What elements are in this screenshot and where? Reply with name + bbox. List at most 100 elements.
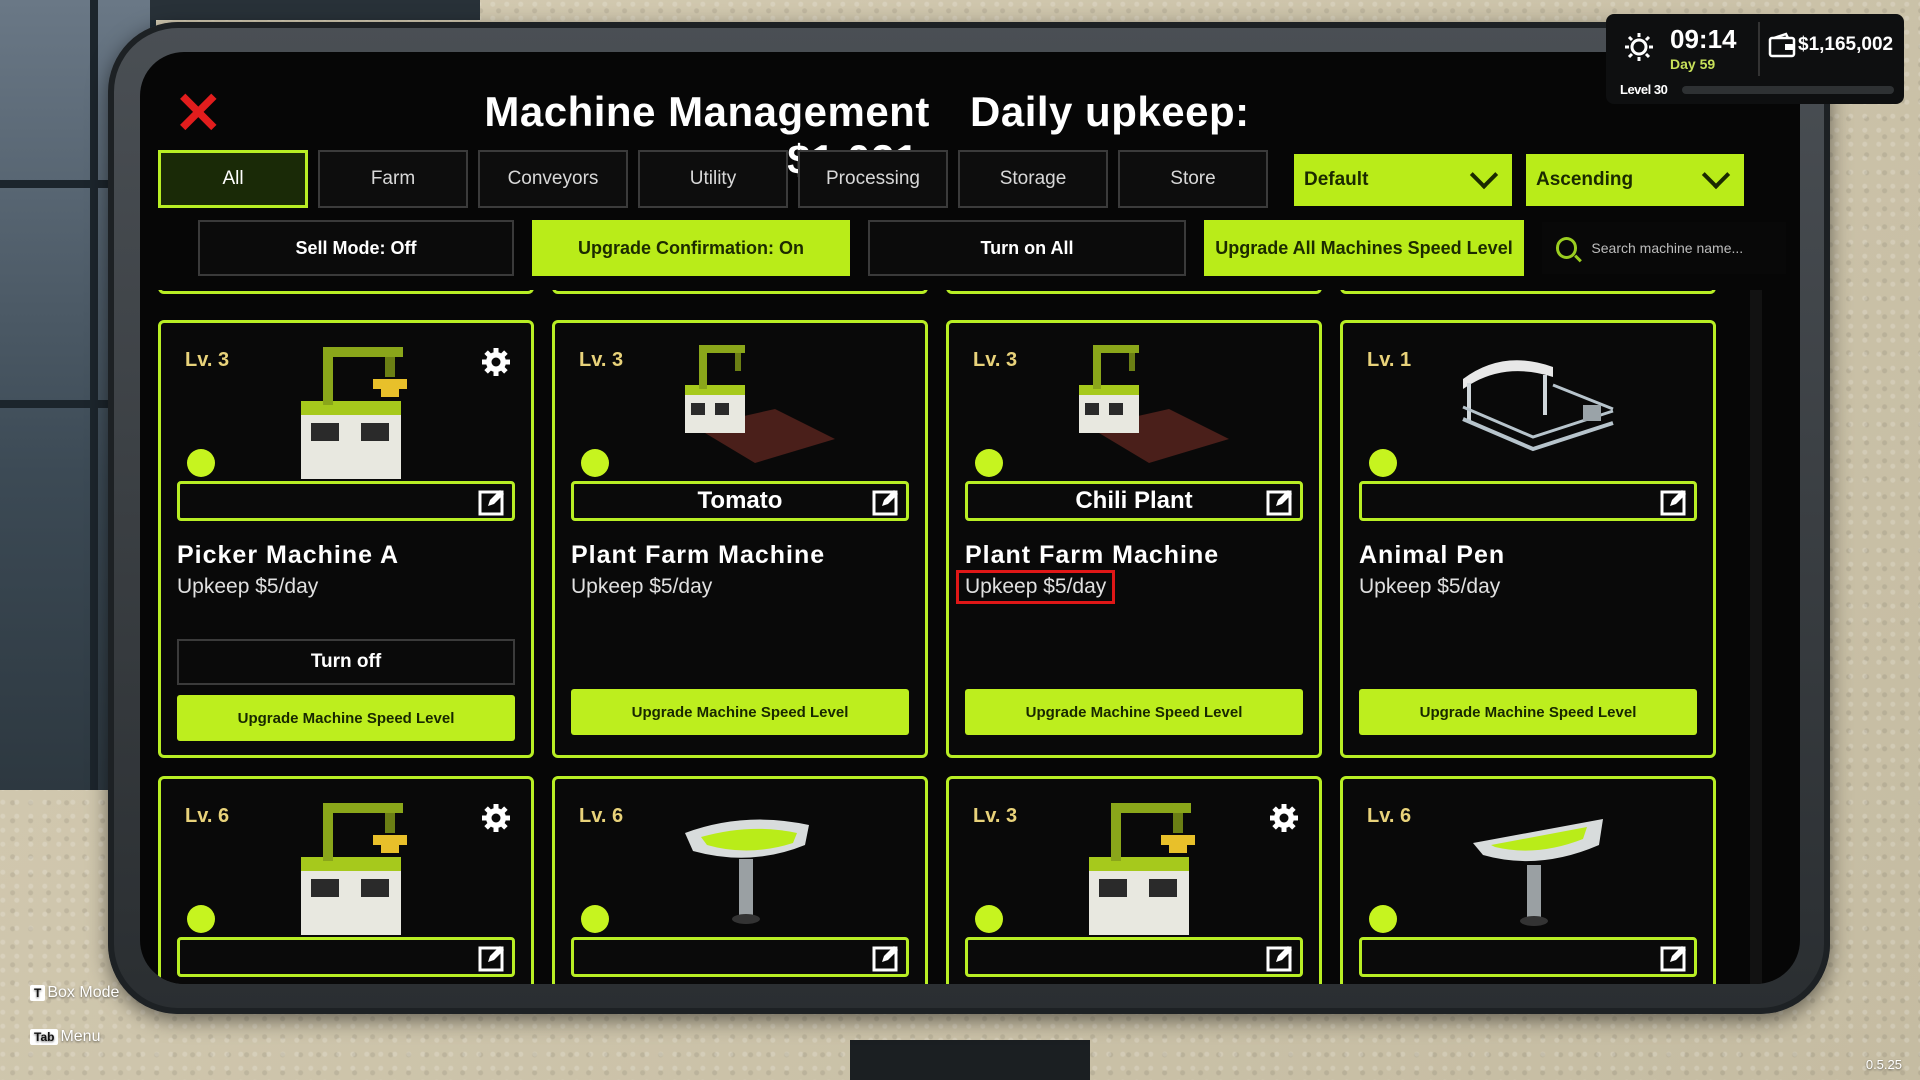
machine-card: Lv. 6 <box>158 776 534 984</box>
upgrade-speed-button[interactable]: Upgrade Machine Speed Level <box>571 689 909 735</box>
upkeep-text: Upkeep $5/day <box>571 575 713 598</box>
previous-row-card <box>552 290 928 294</box>
custom-name-field[interactable] <box>1359 481 1697 521</box>
machine-card: Lv. 6 <box>1340 776 1716 984</box>
key-hint-label: Menu <box>60 1028 101 1045</box>
wallet-icon <box>1768 32 1796 58</box>
sort-order-dropdown[interactable]: Ascending <box>1526 154 1744 206</box>
machine-name: Plant Farm Machine <box>571 541 826 569</box>
upgrade-speed-button[interactable]: Upgrade Machine Speed Level <box>965 689 1303 735</box>
status-indicator <box>581 449 609 477</box>
custom-name-field[interactable]: Tomato <box>571 481 909 521</box>
key-hint-label: Box Mode <box>47 984 120 1001</box>
tab-store[interactable]: Store <box>1118 150 1268 208</box>
level-label: Lv. 1 <box>1367 349 1412 371</box>
turn-off-button[interactable]: Turn off <box>177 639 515 685</box>
custom-name-field[interactable] <box>571 937 909 977</box>
edit-icon[interactable] <box>872 488 900 516</box>
machine-name: Picker Machine A <box>177 541 400 569</box>
machine-card: Lv. 1 Animal Pen Upkeep $5/day Upgrade M… <box>1340 320 1716 758</box>
custom-name-field[interactable] <box>965 937 1303 977</box>
tab-storage[interactable]: Storage <box>958 150 1108 208</box>
upgrade-speed-button[interactable]: Upgrade Machine Speed Level <box>177 695 515 741</box>
plant-farm-machine-icon <box>1079 345 1229 463</box>
status-indicator <box>975 905 1003 933</box>
plant-farm-machine-icon <box>685 345 835 463</box>
status-indicator <box>975 449 1003 477</box>
custom-name-field[interactable] <box>1359 937 1697 977</box>
category-tabs: All Farm Conveyors Utility Processing St… <box>158 150 1268 210</box>
sell-mode-button[interactable]: Sell Mode: Off <box>198 220 514 276</box>
monitor-frame: ✕ Machine Management Daily upkeep: $1,02… <box>108 22 1830 1014</box>
status-indicator <box>187 449 215 477</box>
sort-order-value: Ascending <box>1536 169 1634 190</box>
status-indicator <box>581 905 609 933</box>
search-icon <box>1556 237 1578 259</box>
level-progress-bar <box>1682 86 1894 94</box>
sort-field-value: Default <box>1304 169 1369 190</box>
key-hint-box-mode: T Box Mode <box>30 984 119 1002</box>
edit-icon[interactable] <box>1266 488 1294 516</box>
machine-management-panel: ✕ Machine Management Daily upkeep: $1,02… <box>140 52 1800 984</box>
status-indicator <box>1369 449 1397 477</box>
status-indicator <box>1369 905 1397 933</box>
level-label: Lv. 3 <box>185 349 230 371</box>
gear-icon[interactable] <box>481 803 511 833</box>
previous-row-card <box>946 290 1322 294</box>
upgrade-confirmation-button[interactable]: Upgrade Confirmation: On <box>532 220 850 276</box>
machine-name: Plant Farm Machine <box>965 541 1220 569</box>
level-label: Lv. 6 <box>185 805 230 827</box>
edit-icon[interactable] <box>478 488 506 516</box>
edit-icon[interactable] <box>872 944 900 972</box>
close-button[interactable]: ✕ <box>174 85 223 143</box>
chevron-down-icon <box>1701 160 1731 190</box>
version-label: 0.5.25 <box>1865 1057 1902 1072</box>
status-indicator <box>187 905 215 933</box>
chevron-down-icon <box>1469 160 1499 190</box>
custom-name-value: Chili Plant <box>1075 487 1193 514</box>
title-text: Machine Management <box>484 88 930 135</box>
gear-icon[interactable] <box>1269 803 1299 833</box>
search-input[interactable] <box>1589 239 1786 257</box>
edit-icon[interactable] <box>1660 944 1688 972</box>
gear-icon[interactable] <box>481 347 511 377</box>
custom-name-field[interactable]: Chili Plant <box>965 481 1303 521</box>
tab-processing[interactable]: Processing <box>798 150 948 208</box>
upgrade-all-button[interactable]: Upgrade All Machines Speed Level <box>1204 220 1524 276</box>
search-box <box>1542 222 1786 274</box>
status-hud: 09:14 Day 59 $1,165,002 Level 30 <box>1606 14 1904 104</box>
custom-name-value: Tomato <box>697 487 783 514</box>
clock-time: 09:14 <box>1670 24 1737 54</box>
sun-clock-icon <box>1625 33 1653 61</box>
level-label: Lv. 6 <box>579 805 624 827</box>
tab-farm[interactable]: Farm <box>318 150 468 208</box>
tab-conveyors[interactable]: Conveyors <box>478 150 628 208</box>
grid-scrollbar[interactable] <box>1750 290 1762 984</box>
edit-icon[interactable] <box>1266 944 1294 972</box>
conveyor-piece-icon <box>685 819 809 924</box>
turn-on-all-button[interactable]: Turn on All <box>868 220 1186 276</box>
edit-icon[interactable] <box>1660 488 1688 516</box>
custom-name-field[interactable] <box>177 481 515 521</box>
sort-field-dropdown[interactable]: Default <box>1294 154 1512 206</box>
conveyor-piece-icon <box>1473 819 1603 926</box>
tab-utility[interactable]: Utility <box>638 150 788 208</box>
monitor-stand <box>850 1040 1090 1080</box>
picker-machine-icon <box>301 803 407 935</box>
tab-all[interactable]: All <box>158 150 308 208</box>
hud-divider <box>1758 22 1760 76</box>
previous-row-card <box>1340 290 1716 294</box>
machine-card: Lv. 3 Tomato Plant Farm Machine Upkeep $… <box>552 320 928 758</box>
player-level: Level 30 <box>1620 82 1668 97</box>
animal-pen-icon <box>1462 360 1614 452</box>
machine-grid: Lv. 3 Picker Machine A Upkeep $5/day Tur… <box>158 290 1748 984</box>
upgrade-speed-button[interactable]: Upgrade Machine Speed Level <box>1359 689 1697 735</box>
machine-card: Lv. 6 <box>552 776 928 984</box>
picker-machine-icon <box>301 347 407 479</box>
money-balance: $1,165,002 <box>1798 34 1894 55</box>
background-window-top <box>150 0 480 20</box>
custom-name-field[interactable] <box>177 937 515 977</box>
edit-icon[interactable] <box>478 944 506 972</box>
machine-card: Lv. 3 <box>158 320 534 758</box>
previous-row-card <box>158 290 534 294</box>
